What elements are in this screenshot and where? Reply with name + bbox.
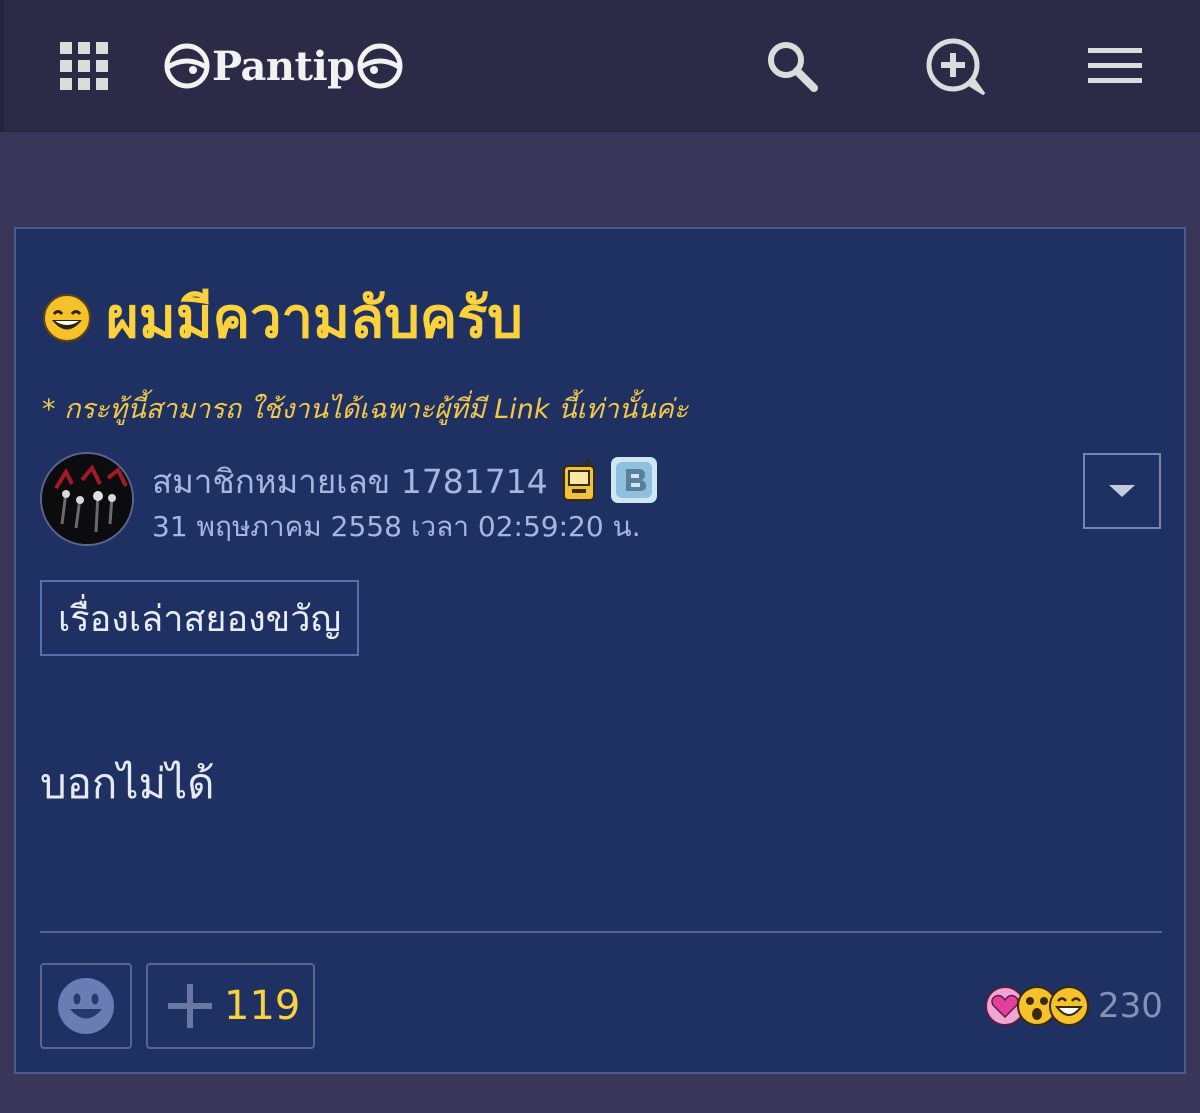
logo-right-face-icon: [357, 43, 403, 89]
top-navigation-bar: Pantip: [0, 0, 1200, 132]
post-options-dropdown[interactable]: [1083, 453, 1161, 529]
author-name[interactable]: สมาชิกหมายเลข 1781714: [152, 455, 548, 508]
plus-icon: [168, 984, 212, 1028]
search-icon[interactable]: [762, 36, 822, 96]
laughing-face-icon: [1049, 986, 1089, 1026]
grinning-face-icon: [43, 293, 91, 342]
reaction-summary[interactable]: 230: [984, 985, 1163, 1027]
emotion-button[interactable]: [40, 963, 132, 1049]
topic-body: บอกไม่ได้: [40, 759, 215, 808]
logo-left-face-icon: [164, 43, 210, 89]
divider: [40, 931, 1162, 933]
topic-tag[interactable]: เรื่องเล่าสยองขวัญ: [40, 580, 360, 656]
post-timestamp: 31 พฤษภาคม 2558 เวลา 02:59:20 น.: [152, 510, 641, 543]
reaction-count: 230: [1098, 986, 1163, 1026]
hamburger-menu-icon[interactable]: [1088, 36, 1148, 96]
apps-grid-icon[interactable]: [60, 42, 108, 90]
smiley-face-icon: [58, 978, 114, 1034]
caret-down-icon: [1109, 485, 1135, 497]
author-row: สมาชิกหมายเลข 1781714: [152, 455, 658, 508]
link-only-notice: * กระทู้นี้สามารถ ใช้งานได้เฉพาะผู้ที่มี…: [42, 394, 689, 425]
logo-text: Pantip: [212, 42, 355, 90]
topic-title: ผมมีความลับครับ: [106, 286, 523, 351]
vote-plus-button[interactable]: 119: [146, 963, 315, 1049]
mobile-phone-icon: [562, 458, 596, 506]
title-row: ผมมีความลับครับ: [42, 273, 523, 362]
blogger-b-icon: [610, 456, 658, 508]
topbar-edge: [0, 0, 4, 132]
add-topic-icon[interactable]: [922, 36, 986, 96]
pantip-logo[interactable]: Pantip: [164, 38, 403, 94]
topic-card: ผมมีความลับครับ * กระทู้นี้สามารถ ใช้งาน…: [14, 227, 1186, 1074]
vote-count: 119: [224, 983, 301, 1029]
avatar[interactable]: [40, 452, 134, 546]
